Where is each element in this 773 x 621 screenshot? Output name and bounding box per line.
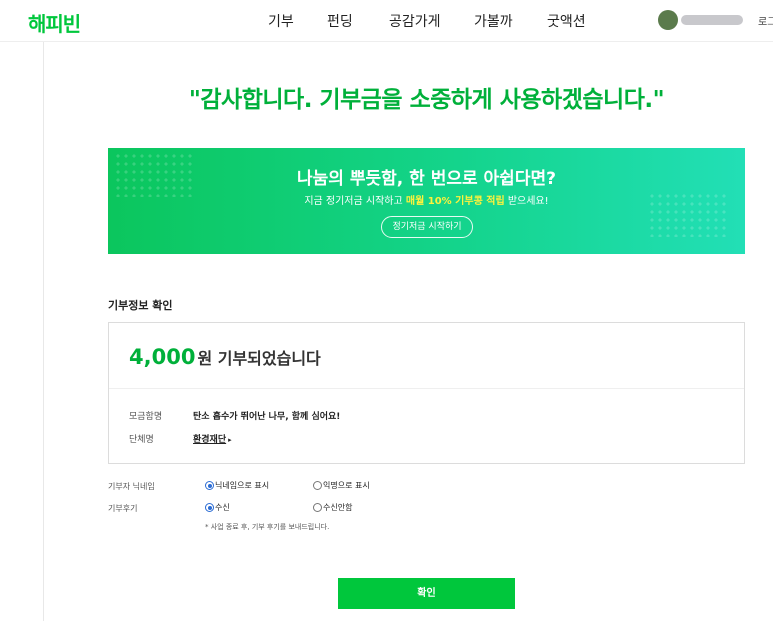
radio-anonymous-label: 익명으로 표시 xyxy=(323,481,370,490)
donation-amount: 4,000 xyxy=(129,345,196,369)
global-navigation-bar: 해피빈 기부 펀딩 공감가게 가볼까 굿액션 로그 xyxy=(0,0,773,42)
banner-subtitle-text: 지금 정기저금 시작하고 xyxy=(304,196,406,207)
regular-donation-banner[interactable]: 나눔의 뿌듯함, 한 번으로 아쉽다면? 지금 정기저금 시작하고 매월 10%… xyxy=(108,148,745,254)
radio-unchecked-icon xyxy=(313,481,322,490)
user-avatar[interactable] xyxy=(658,10,678,30)
start-regular-savings-button[interactable]: 정기저금 시작하기 xyxy=(381,216,473,238)
radio-unchecked-icon xyxy=(313,503,322,512)
fundraiser-label: 모금함명 xyxy=(129,412,163,422)
donation-info-box: 4,000 원 기부되었습니다 모금함명 탄소 흡수가 뛰어난 나무, 함께 심어… xyxy=(108,322,745,464)
radio-no-review-label: 수신안함 xyxy=(323,503,353,512)
nav-good-action[interactable]: 굿액션 xyxy=(547,11,586,31)
nav-visit[interactable]: 가볼까 xyxy=(474,11,513,31)
info-divider xyxy=(109,388,744,389)
organization-label: 단체명 xyxy=(129,435,154,445)
left-divider xyxy=(43,42,44,621)
nickname-label: 기부자 닉네임 xyxy=(108,482,155,491)
fundraiser-name: 탄소 흡수가 뛰어난 나무, 함께 심어요! xyxy=(193,412,341,422)
radio-checked-icon xyxy=(205,481,214,490)
nav-shop[interactable]: 공감가게 xyxy=(389,11,441,31)
review-label: 기부후기 xyxy=(108,504,138,513)
donation-amount-line: 4,000 원 기부되었습니다 xyxy=(129,345,321,369)
nav-donate[interactable]: 기부 xyxy=(268,11,294,31)
radio-receive-label: 수신 xyxy=(215,503,230,512)
nav-funding[interactable]: 펀딩 xyxy=(327,11,353,31)
login-link[interactable]: 로그 xyxy=(758,13,773,28)
donation-info-title: 기부정보 확인 xyxy=(108,299,173,312)
banner-subtitle-text-end: 받으세요! xyxy=(504,196,549,207)
banner-highlight: 매월 10% 기부콩 적립 xyxy=(405,196,505,207)
organization-link[interactable]: 환경재단 xyxy=(193,435,226,445)
radio-anonymous[interactable]: 익명으로 표시 xyxy=(313,480,370,491)
happybean-logo[interactable]: 해피빈 xyxy=(28,8,81,37)
user-name-blurred[interactable] xyxy=(681,15,743,25)
donation-amount-suffix: 원 기부되었습니다 xyxy=(197,349,321,368)
banner-subtitle: 지금 정기저금 시작하고 매월 10% 기부콩 적립 받으세요! xyxy=(108,192,745,207)
radio-checked-icon xyxy=(205,503,214,512)
confirm-button[interactable]: 확인 xyxy=(338,578,515,609)
thanks-message: "감사합니다. 기부금을 소중하게 사용하겠습니다." xyxy=(188,87,665,113)
organization-value: 환경재단 ▸ xyxy=(193,432,232,445)
banner-title: 나눔의 뿌듯함, 한 번으로 아쉽다면? xyxy=(297,169,556,189)
review-note: * 사업 종료 후, 기부 후기를 보내드립니다. xyxy=(205,523,330,531)
radio-show-nickname[interactable]: 닉네임으로 표시 xyxy=(205,480,269,491)
chevron-right-icon: ▸ xyxy=(228,436,232,444)
radio-no-review[interactable]: 수신안함 xyxy=(313,502,352,513)
radio-receive-review[interactable]: 수신 xyxy=(205,502,230,513)
radio-show-nickname-label: 닉네임으로 표시 xyxy=(215,481,270,490)
